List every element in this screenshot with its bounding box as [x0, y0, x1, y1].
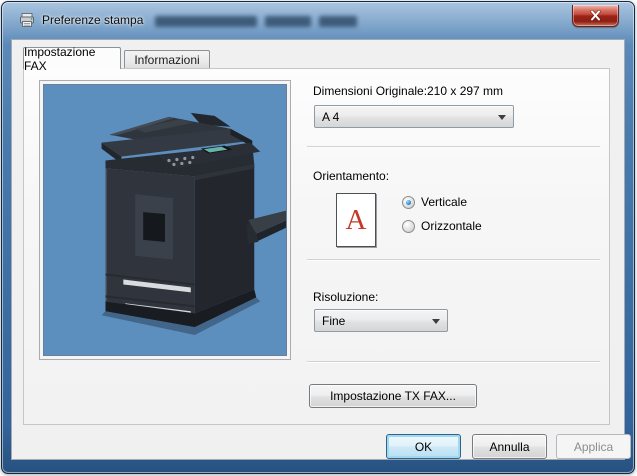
cancel-button[interactable]: Annulla	[472, 434, 547, 459]
dialog-client-area: Impostazione FAX Informazioni Dimensioni…	[11, 39, 631, 460]
redacted-printer-name	[155, 16, 357, 27]
tab-label: Impostazione FAX	[24, 44, 96, 73]
redacted-text-blob	[155, 16, 257, 27]
window-title: Preferenze stampa	[42, 13, 144, 27]
apply-button-label: Applica	[573, 439, 614, 454]
tab-page-impostazione-fax: Dimensioni Originale: 210 x 297 mm A 4 O…	[23, 68, 610, 425]
separator	[307, 146, 600, 148]
original-size-label: Dimensioni Originale:	[313, 84, 428, 98]
printer-icon	[20, 13, 34, 27]
orientation-icon-letter: A	[345, 203, 367, 236]
titlebar[interactable]: Preferenze stampa	[2, 2, 634, 39]
radio-label: Orizzontale	[421, 219, 482, 233]
preferences-dialog: Preferenze stampa Impostazione FAX Infor…	[1, 1, 635, 474]
orientation-label: Orientamento:	[313, 169, 390, 183]
radio-unselected-icon	[402, 219, 415, 233]
tab-label: Informazioni	[134, 53, 200, 67]
tab-impostazione-fax[interactable]: Impostazione FAX	[23, 45, 121, 73]
chevron-down-icon	[432, 319, 440, 324]
printer-preview-panel	[39, 80, 291, 360]
apply-button[interactable]: Applica	[556, 434, 631, 459]
radio-selected-icon	[402, 195, 415, 209]
tab-informazioni[interactable]: Informazioni	[124, 50, 210, 69]
paper-size-select[interactable]: A 4	[314, 105, 514, 128]
separator	[307, 259, 600, 261]
separator	[307, 361, 600, 363]
redacted-text-blob	[319, 16, 357, 27]
tx-fax-settings-button-label: Impostazione TX FAX...	[330, 389, 456, 403]
orientation-option-verticale[interactable]: Verticale	[402, 195, 467, 209]
radio-label: Verticale	[421, 195, 468, 209]
cancel-button-label: Annulla	[489, 439, 530, 454]
redacted-text-blob	[265, 16, 311, 27]
paper-size-selected-value: A 4	[322, 110, 340, 124]
printer-preview-background	[43, 84, 287, 356]
ok-button-label: OK	[414, 439, 433, 454]
orientation-option-orizzontale[interactable]: Orizzontale	[402, 219, 482, 233]
resolution-label: Risoluzione:	[313, 290, 379, 304]
original-size-value: 210 x 297 mm	[427, 84, 504, 98]
orientation-portrait-icon: A	[336, 193, 376, 247]
close-button[interactable]	[572, 5, 619, 27]
tx-fax-settings-button[interactable]: Impostazione TX FAX...	[309, 384, 477, 408]
chevron-down-icon	[498, 115, 506, 120]
printer-image	[101, 112, 286, 336]
ok-button[interactable]: OK	[386, 434, 461, 459]
close-icon	[590, 10, 601, 21]
resolution-selected-value: Fine	[322, 314, 346, 328]
resolution-select[interactable]: Fine	[314, 309, 448, 332]
